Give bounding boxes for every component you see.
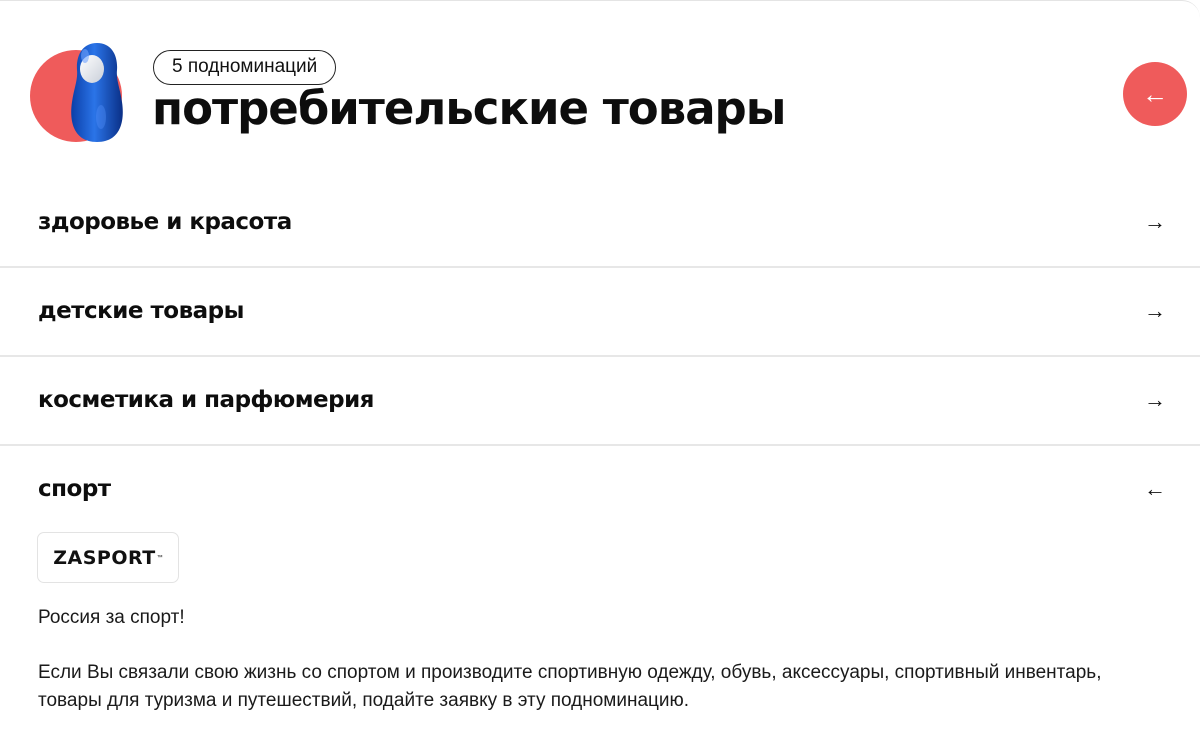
arrow-right-icon: → <box>1144 298 1166 323</box>
arrow-left-icon: ← <box>1142 78 1168 109</box>
subnomination-label: косметика и парфюмерия <box>38 387 374 413</box>
nomination-mascot <box>30 42 126 143</box>
subnomination-label: детские товары <box>38 298 244 324</box>
matryoshka-icon <box>71 43 123 142</box>
nomination-card: 5 подноминаций потребительские товары ← … <box>0 0 1200 742</box>
subnomination-description: Если Вы связали свою жизнь со спортом и … <box>38 662 1102 711</box>
subnomination-kids-goods[interactable]: детские товары → <box>0 267 1200 355</box>
trademark-mark: ™ <box>156 554 163 561</box>
subnomination-sport[interactable]: спорт ← <box>0 445 1200 533</box>
subnomination-slogan: Россия за спорт! <box>38 607 185 628</box>
back-button[interactable]: ← <box>1123 62 1187 126</box>
sponsor-logo: ZASPORT ™ <box>37 532 179 583</box>
arrow-right-icon: → <box>1144 387 1166 412</box>
arrow-right-icon: → <box>1144 209 1166 234</box>
subnomination-cosmetics[interactable]: косметика и парфюмерия → <box>0 356 1200 444</box>
subnomination-health-beauty[interactable]: здоровье и красота → <box>0 178 1200 266</box>
arrow-left-icon: ← <box>1144 476 1166 501</box>
sponsor-logo-text: ZASPORT <box>53 546 156 569</box>
page-title: потребительские товары <box>152 82 786 135</box>
subnomination-label: здоровье и красота <box>38 209 292 235</box>
subnomination-label: спорт <box>38 476 111 502</box>
